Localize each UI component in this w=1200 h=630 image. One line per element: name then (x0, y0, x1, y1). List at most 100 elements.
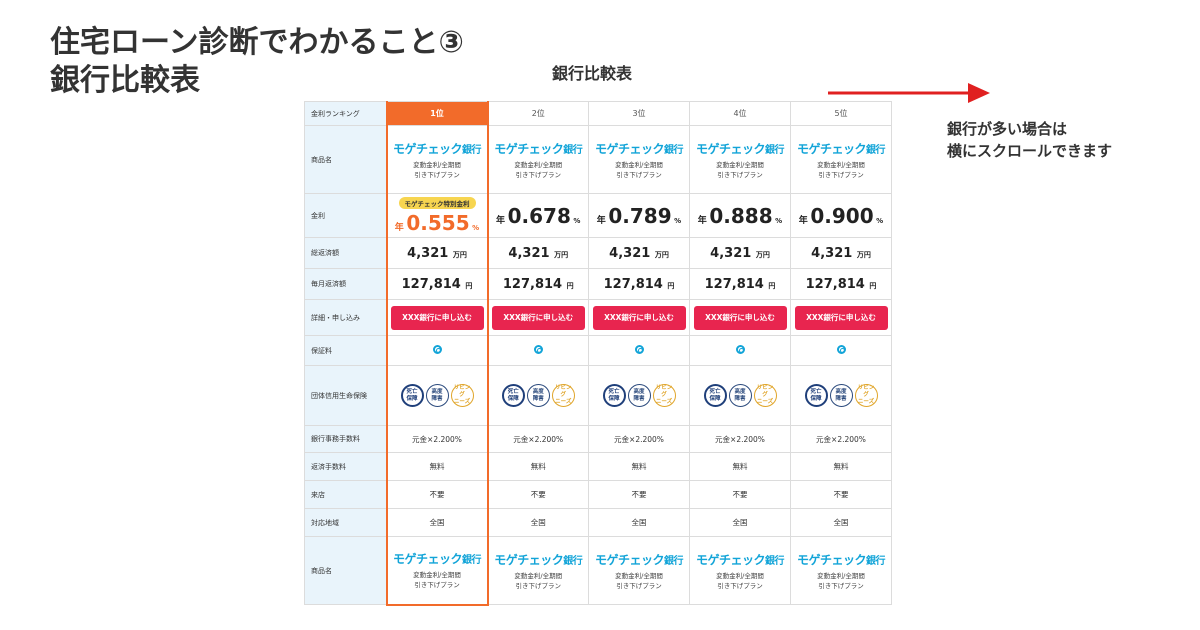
death-cover-icon: 死亡 保障 (501, 384, 525, 407)
apply-button[interactable]: XXX銀行に申し込む (693, 305, 787, 330)
bank-logo-link[interactable]: モゲチェック銀行 (791, 140, 891, 157)
disability-cover-icon: 高度 障害 (829, 384, 853, 407)
living-needs-icon: リビング ニーズ (652, 384, 676, 407)
bank-logo-link[interactable]: モゲチェック銀行 (589, 140, 689, 157)
bank-logo-link[interactable]: モゲチェック銀行 (489, 140, 589, 157)
rate-prefix: 年 (798, 215, 808, 226)
plan-line2: 引き下げプラン (515, 170, 562, 179)
apply-button[interactable]: XXX銀行に申し込む (592, 305, 686, 330)
cell-product: モゲチェック銀行 変動金利/全期間 引き下げプラン (689, 125, 791, 194)
interest-rate: 年 0.678 % (496, 204, 580, 228)
table-row-product: 商品名 モゲチェック銀行 変動金利/全期間 引き下げプラン モゲチェック銀行 変動金利/全… (304, 125, 892, 194)
death-cover-icon: 死亡 保障 (804, 384, 828, 407)
row-label-area: 対応地域 (304, 508, 387, 537)
service-area-value: 全国 (732, 518, 748, 527)
table-row-rate: 金利 モゲチェック特別金利年 0.555 % 年 0.678 % 年 0.789 % 年… (304, 193, 892, 238)
bank-logo-text: モゲチェック (494, 552, 564, 567)
bank-logo-link[interactable]: モゲチェック銀行 (388, 550, 487, 567)
bank-logo-link[interactable]: モゲチェック銀行 (489, 551, 589, 568)
insurance-icon-line1: 高度 (431, 388, 443, 395)
total-unit: 万円 (452, 250, 467, 259)
monthly-unit: 円 (566, 281, 574, 290)
plan-line1: 変動金利/全期間 (514, 160, 563, 169)
total-value: 4,321 (811, 245, 853, 261)
insurance-icon-line2: 障害 (532, 395, 544, 402)
insurance-icons: 死亡 保障 高度 障害 リビング ニーズ (602, 384, 676, 407)
cell-guarantee (588, 335, 690, 366)
double-circle-icon (634, 345, 644, 354)
cell-product: モゲチェック銀行変動金利/全期間 引き下げプラン (487, 125, 589, 194)
bank-logo-suffix: 銀行 (462, 144, 482, 156)
cell-total: 4,321 万円 (689, 237, 791, 269)
insurance-icon-line2: 障害 (734, 395, 746, 402)
prepay-fee-value: 無料 (530, 462, 546, 471)
visit-required-value: 不要 (530, 490, 546, 499)
plan-line1: 変動金利/全期間 (615, 160, 663, 169)
insurance-icon-line2: 保障 (608, 395, 620, 402)
rate-unit: % (775, 216, 783, 225)
bank-logo-link[interactable]: モゲチェック銀行 (690, 551, 790, 568)
cell-guarantee (689, 335, 791, 366)
plan-line2: 引き下げプラン (414, 581, 460, 590)
bank-logo-suffix: 銀行 (866, 555, 886, 567)
cell-product: モゲチェック銀行変動金利/全期間 引き下げプラン (790, 125, 892, 194)
plan-line1: 変動金利/全期間 (413, 160, 461, 169)
cell-rank: 2位 (487, 101, 589, 126)
rate-prefix: 年 (394, 222, 404, 233)
bank-logo-link[interactable]: モゲチェック銀行 (690, 140, 790, 157)
cell-fee: 元金×2.200% (385, 425, 489, 453)
apply-button[interactable]: XXX銀行に申し込む (390, 305, 484, 330)
monthly-repayment: 127,814 円 (402, 277, 473, 292)
bank-logo-suffix: 銀行 (765, 555, 785, 567)
cell-area: 全国 (487, 508, 589, 537)
row-label-fee: 銀行事務手数料 (304, 425, 387, 453)
cell-insurance: 死亡 保障 高度 障害 リビング ニーズ (689, 365, 791, 426)
apply-button[interactable]: XXX銀行に申し込む (491, 305, 585, 330)
bank-comparison-table[interactable]: 金利ランキング 1位 2位 3位 4位 5位 商品名 モゲチェック銀行 変動金利/全期間 引き下げ… (304, 101, 892, 606)
plan-line1: 変動金利/全期間 (817, 160, 865, 169)
row-label-insurance: 団体信用生命保険 (304, 365, 387, 426)
service-area-value: 全国 (631, 518, 647, 527)
plan-line2: 引き下げプラン (616, 170, 662, 179)
monthly-unit: 円 (465, 281, 473, 290)
bank-fee-value: 元金×2.200% (614, 434, 664, 444)
cell-product2: モゲチェック銀行 変動金利/全期間 引き下げプラン (689, 536, 791, 605)
cell-area: 全国 (790, 508, 892, 537)
total-repayment: 4,321 万円 (508, 246, 568, 261)
monthly-unit: 円 (667, 281, 675, 290)
plan-line2: 引き下げプラン (818, 170, 864, 179)
cell-monthly: 127,814 円 (487, 268, 589, 300)
interest-rate: 年 0.888 % (698, 204, 783, 228)
rate-value: 0.789 (608, 203, 672, 228)
special-rate-badge: モゲチェック特別金利 (398, 196, 476, 209)
scroll-note: 銀行が多い場合は 横にスクロールできます (947, 118, 1112, 162)
cell-product2: モゲチェック銀行 変動金利/全期間 引き下げプラン (487, 536, 589, 605)
cell-rank: 1位 (385, 101, 489, 126)
cell-monthly: 127,814 円 (790, 268, 892, 300)
insurance-icon-line1: 高度 (532, 388, 544, 395)
interest-rate: 年 0.789 % (597, 204, 681, 228)
row-label-prepay: 返済手数料 (304, 452, 387, 481)
bank-logo-link[interactable]: モゲチェック銀行 (388, 140, 487, 157)
page-title: 住宅ローン診断でわかること③ 銀行比較表 (50, 24, 464, 100)
interest-rate: 年 0.555 % (394, 211, 479, 235)
bank-logo-link[interactable]: モゲチェック銀行 (791, 551, 891, 568)
bank-logo-link[interactable]: モゲチェック銀行 (589, 551, 689, 568)
insurance-icons: 死亡 保障 高度 障害 リビング ニーズ (501, 384, 575, 407)
rank-label: 2位 (531, 109, 545, 118)
insurance-icon-line2: 障害 (633, 395, 645, 402)
apply-button[interactable]: XXX銀行に申し込む (794, 305, 888, 330)
interest-rate: 年 0.900 % (798, 204, 883, 228)
row-label-rank: 金利ランキング (304, 101, 387, 126)
cell-guarantee (385, 335, 489, 366)
total-repayment: 4,321 万円 (811, 246, 871, 261)
plan-line2: 引き下げプラン (818, 581, 864, 590)
service-area-value: 全国 (530, 518, 546, 527)
table-row-insurance: 団体信用生命保険 死亡 保障 高度 障害 リビング ニーズ 死亡 保障 高度 障害 リビング ニーズ 死亡… (304, 365, 892, 426)
visit-required-value: 不要 (732, 490, 748, 499)
cell-rank: 4位 (689, 101, 791, 126)
cell-rate: 年 0.888 % (689, 193, 791, 238)
monthly-value: 127,814 (401, 276, 461, 292)
table-row-total: 総返済額 4,321 万円 4,321 万円 4,321 万円 4,321 万円 4,32… (304, 237, 892, 269)
prepay-fee-value: 無料 (732, 462, 748, 471)
